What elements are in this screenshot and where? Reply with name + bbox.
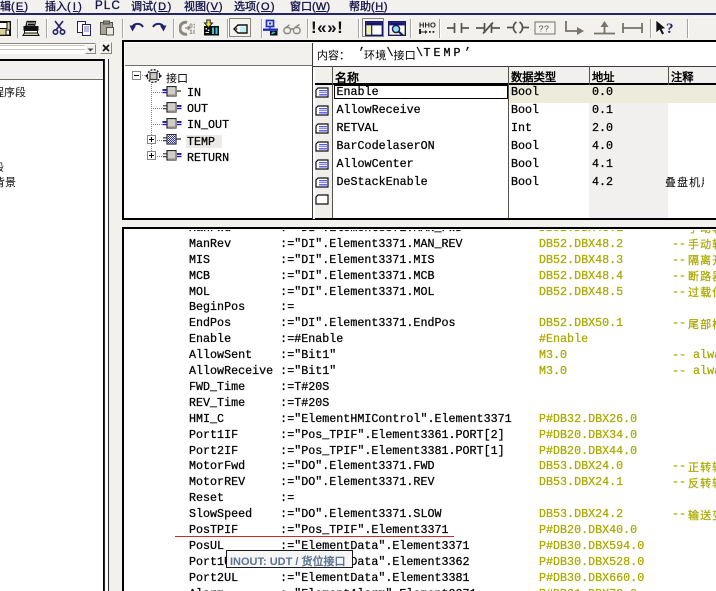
svg-text:?: ? bbox=[666, 21, 674, 36]
svg-text:??: ?? bbox=[539, 25, 550, 35]
svg-text:O: O bbox=[430, 21, 436, 30]
svg-text:10: 10 bbox=[189, 29, 195, 36]
